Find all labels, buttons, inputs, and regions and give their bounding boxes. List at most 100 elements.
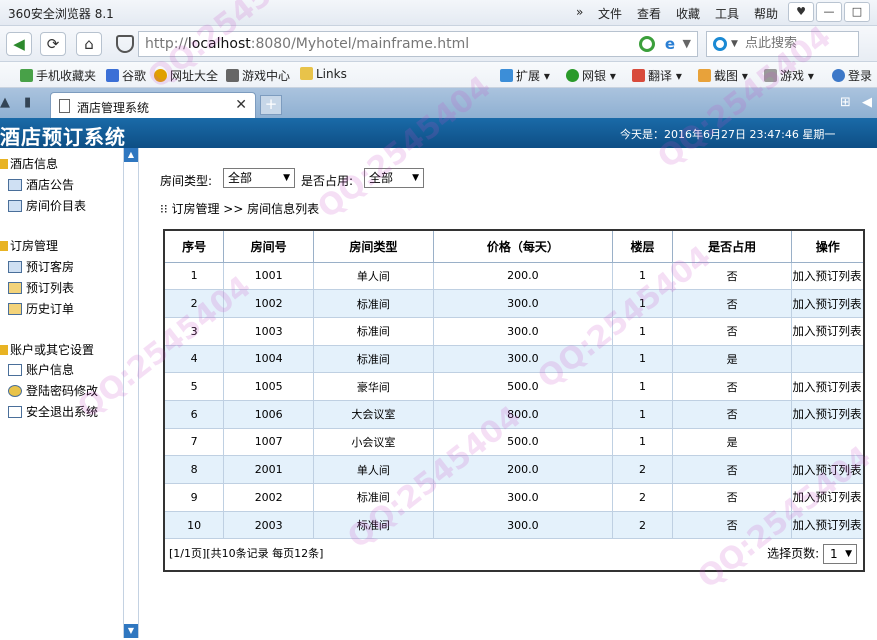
sidebar-item-book-room[interactable]: 预订客房	[8, 258, 74, 275]
url-text[interactable]: http://localhost:8080/Myhotel/mainframe.…	[145, 36, 469, 52]
room-type-label: 房间类型:	[160, 174, 213, 188]
page-icon	[8, 200, 22, 212]
cell-room-number: 1002	[223, 289, 315, 318]
room-table: 序号 房间号 房间类型 价格（每天） 楼层 是否占用 操作 1 1001 单人间 20…	[163, 229, 865, 572]
cell-room-type: 大会议室	[313, 399, 434, 429]
app-header: 酒店预订系统 今天是：2016年6月27日 23:47:46 星期一	[0, 118, 877, 149]
cell-action[interactable]: 加入预订列表	[791, 510, 865, 540]
bookmark-games[interactable]: 游戏中心	[226, 67, 290, 84]
search-input[interactable]	[745, 36, 855, 51]
sidebar-item-account-info[interactable]: 账户信息	[8, 361, 74, 378]
cell-action[interactable]: 加入预订列表	[791, 372, 865, 401]
window-controls: ♥ — □	[788, 2, 870, 22]
occupied-select[interactable]: 全部 ▼	[364, 168, 424, 188]
header-room-number: 房间号	[223, 229, 315, 263]
cell-room-type: 单人间	[313, 455, 434, 484]
table-row: 8 2001 单人间 200.0 2 否加入预订列表	[163, 455, 865, 484]
cell-occupied: 否	[671, 455, 793, 484]
bank-icon	[566, 69, 579, 82]
toolbar-extensions[interactable]: 扩展 ▾	[500, 67, 550, 84]
bookmark-links[interactable]: Links	[300, 67, 347, 81]
close-icon[interactable]: ✕	[235, 97, 247, 113]
cell-floor: 1	[612, 344, 673, 374]
scroll-up-icon[interactable]: ▲	[124, 148, 138, 162]
cell-room-number: 1003	[223, 316, 315, 346]
table-row: 4 1004 标准间 300.0 1 是	[163, 344, 865, 374]
phone-icon	[20, 69, 33, 82]
folder-icon	[0, 159, 8, 169]
header-room-type: 房间类型	[313, 229, 434, 263]
sidebar-item-history[interactable]: 历史订单	[8, 300, 74, 317]
menu-tools[interactable]: 工具	[715, 5, 754, 22]
toolbar-screenshot[interactable]: 截图 ▾	[698, 67, 748, 84]
bookmark-google[interactable]: 谷歌	[106, 67, 146, 84]
tab-back-icon[interactable]: ◀	[862, 95, 872, 110]
sidebar-scrollbar[interactable]: ▲ ▼	[123, 148, 139, 638]
cell-room-number: 1005	[223, 372, 315, 401]
sidebar-group-hotel-info[interactable]: 酒店信息	[0, 155, 58, 172]
globe-icon	[154, 69, 167, 82]
system-title: 酒店预订系统	[0, 125, 126, 149]
back-button[interactable]: ◀	[6, 32, 32, 56]
toolbar-translate[interactable]: 翻译 ▾	[632, 67, 682, 84]
room-type-select[interactable]: 全部 ▼	[223, 168, 295, 188]
search-box[interactable]: ▼	[706, 31, 859, 57]
cell-action[interactable]: 加入预订列表	[791, 483, 865, 512]
browser-title-bar: 360安全浏览器 8.1 » 文件 查看 收藏 工具 帮助 ♥ — □	[0, 0, 877, 26]
cell-action[interactable]: 加入预订列表	[791, 261, 865, 291]
sidebar-item-announcement[interactable]: 酒店公告	[8, 176, 74, 193]
toolbar-games[interactable]: 游戏 ▾	[764, 67, 814, 84]
search-engine-icon[interactable]	[713, 37, 727, 51]
refresh-button[interactable]: ⟳	[40, 32, 66, 56]
shield-icon[interactable]	[116, 35, 134, 53]
tab-menu-icon[interactable]: ▲	[0, 95, 10, 110]
cell-index: 9	[163, 483, 225, 512]
page-icon	[8, 364, 22, 376]
compatibility-icon[interactable]	[639, 36, 655, 52]
sidebar-item-booking-list[interactable]: 预订列表	[8, 279, 74, 296]
menu-more[interactable]: »	[576, 5, 598, 22]
cell-price: 800.0	[432, 399, 614, 429]
sidebar-item-price-list[interactable]: 房间价目表	[8, 197, 86, 214]
maximize-button[interactable]: □	[844, 2, 870, 22]
minimize-button[interactable]: —	[816, 2, 842, 22]
scroll-down-icon[interactable]: ▼	[124, 624, 138, 638]
page-select[interactable]: 1 ▼	[823, 544, 857, 565]
chevron-down-icon[interactable]: ▼	[731, 39, 738, 49]
sidebar-group-account[interactable]: 账户或其它设置	[0, 341, 94, 358]
cell-index: 4	[163, 344, 225, 374]
toolbar-bank[interactable]: 网银 ▾	[566, 67, 616, 84]
home-button[interactable]: ⌂	[76, 32, 102, 56]
cell-action[interactable]: 加入预订列表	[791, 316, 865, 346]
ie-mode-icon[interactable]: e	[665, 35, 675, 53]
breadcrumb: ⁝⁝ 订房管理 >> 房间信息列表	[160, 202, 320, 216]
cell-room-number: 2001	[223, 455, 315, 484]
cell-index: 2	[163, 289, 225, 318]
tab-hotel-system[interactable]: 酒店管理系统 ✕	[50, 92, 256, 118]
bookmark-sites[interactable]: 网址大全	[154, 67, 218, 84]
toolbar-login[interactable]: 登录	[832, 67, 872, 84]
restore-tab-icon[interactable]: ⊞	[840, 95, 851, 110]
cell-index: 10	[163, 510, 225, 540]
cell-action[interactable]: 加入预订列表	[791, 289, 865, 318]
bookmark-mobile[interactable]: 手机收藏夹	[20, 67, 96, 84]
sidebar-item-logout[interactable]: 安全退出系统	[8, 403, 98, 420]
browser-title: 360安全浏览器 8.1	[8, 7, 114, 21]
skin-icon[interactable]: ♥	[788, 2, 814, 22]
menu-favorites[interactable]: 收藏	[676, 5, 715, 22]
page-icon	[8, 261, 22, 273]
sidebar-group-booking[interactable]: 订房管理	[0, 237, 58, 254]
sidebar-toggle-icon[interactable]: ▮	[24, 95, 31, 110]
new-tab-button[interactable]: +	[260, 95, 282, 115]
main-content: 房间类型: 全部 ▼ 是否占用: 全部 ▼ ⁝⁝ 订房管理 >> 房间信息列表 序号…	[140, 148, 877, 640]
sidebar-item-change-password[interactable]: 登陆密码修改	[8, 382, 98, 399]
menu-view[interactable]: 查看	[637, 5, 676, 22]
cell-room-type: 标准间	[313, 510, 434, 540]
cell-index: 5	[163, 372, 225, 401]
cell-action[interactable]: 加入预订列表	[791, 399, 865, 429]
dropdown-icon[interactable]: ▼	[683, 37, 691, 50]
cell-price: 300.0	[432, 510, 614, 540]
menu-file[interactable]: 文件	[598, 5, 637, 22]
url-input[interactable]: http://localhost:8080/Myhotel/mainframe.…	[138, 31, 698, 57]
cell-action[interactable]: 加入预订列表	[791, 455, 865, 484]
